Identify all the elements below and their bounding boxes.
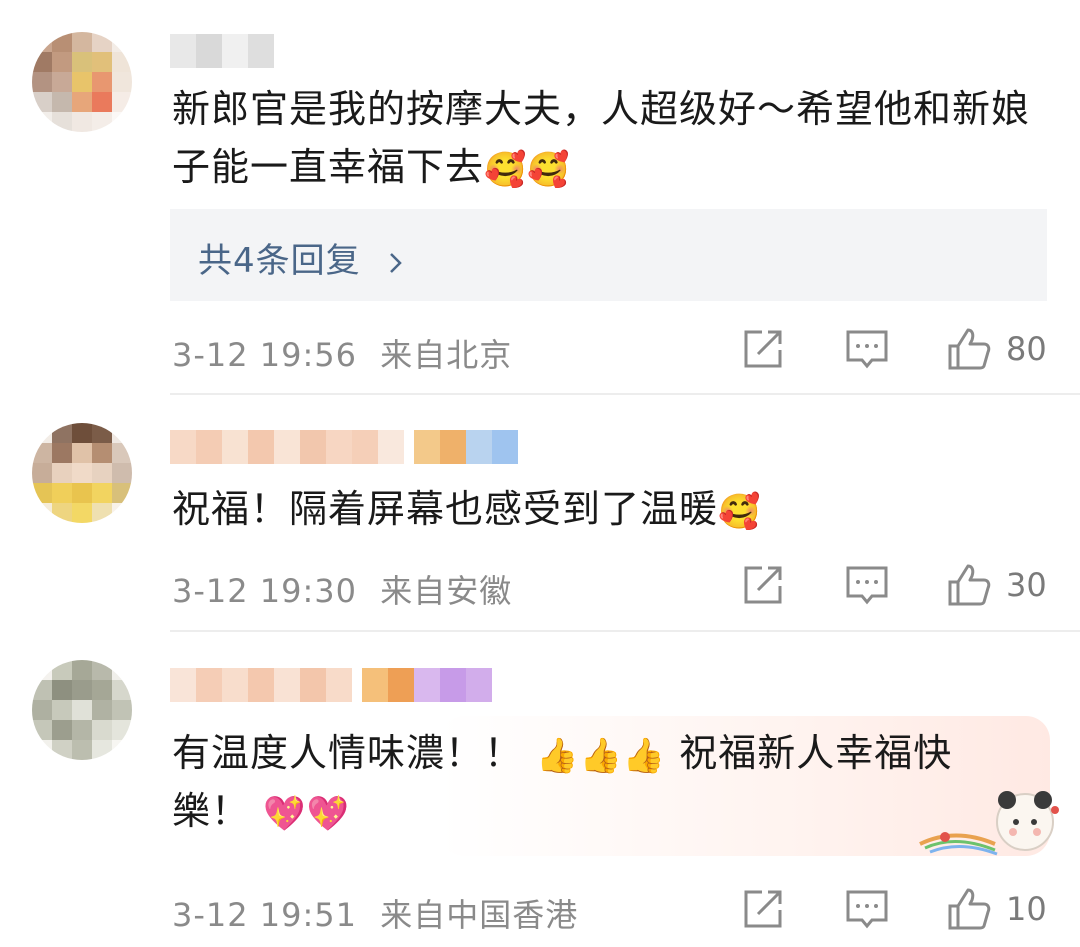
thumbs-up-emoji-icon: 👍👍👍 [536,735,667,776]
comment-body-line2: 樂！ [172,789,251,833]
comment-icon[interactable] [842,324,892,374]
replies-box[interactable]: 共4条回复 [170,209,1047,301]
comment-body: 新郎官是我的按摩大夫，人超级好～希望他和新娘子能一直幸福下去 [172,87,1031,189]
comment-meta: 3-12 19:30 来自安徽 [172,566,512,612]
heart-emoji-icon: 💖💖 [263,793,350,834]
timestamp: 3-12 19:30 [172,572,358,610]
avatar[interactable] [32,32,132,132]
username-blurred[interactable] [170,668,492,702]
comment-text: 祝福！隔着屏幕也感受到了温暖🥰 [172,480,1052,538]
location: 来自北京 [380,336,513,374]
avatar[interactable] [32,660,132,760]
chevron-right-icon [390,252,403,273]
location: 来自中国香港 [380,896,579,934]
comment-body: 有温度人情味濃！！ [172,731,524,775]
username-blurred[interactable] [170,34,274,68]
blush-emoji-icon: 🥰🥰 [484,149,571,190]
avatar[interactable] [32,423,132,523]
like-icon[interactable] [944,884,994,934]
share-icon[interactable] [738,324,788,374]
like-icon[interactable] [944,560,994,610]
comment-icon[interactable] [842,560,892,610]
like-count: 80 [1006,330,1047,368]
divider [170,393,1080,395]
share-icon[interactable] [738,560,788,610]
username-blurred[interactable] [170,430,518,464]
comment-body-continued: 祝福新人幸福快 [679,731,953,775]
location: 来自安徽 [380,572,513,610]
share-icon[interactable] [738,884,788,934]
hug-emoji-icon: 🥰 [718,491,762,532]
comment-icon[interactable] [842,884,892,934]
divider [170,630,1080,632]
like-count: 30 [1006,566,1047,604]
like-icon[interactable] [944,324,994,374]
comment-body: 祝福！隔着屏幕也感受到了温暖 [172,487,719,531]
comment-meta: 3-12 19:51 来自中国香港 [172,890,578,936]
timestamp: 3-12 19:51 [172,896,358,934]
replies-link[interactable]: 共4条回复 [198,233,406,282]
timestamp: 3-12 19:56 [172,336,358,374]
like-count: 10 [1006,890,1047,928]
comment-text: 有温度人情味濃！！ 👍👍👍 祝福新人幸福快 樂！ 💖💖 [172,724,1052,840]
comment-text: 新郎官是我的按摩大夫，人超级好～希望他和新娘子能一直幸福下去🥰🥰 [172,80,1052,196]
comment-meta: 3-12 19:56 来自北京 [172,330,512,376]
